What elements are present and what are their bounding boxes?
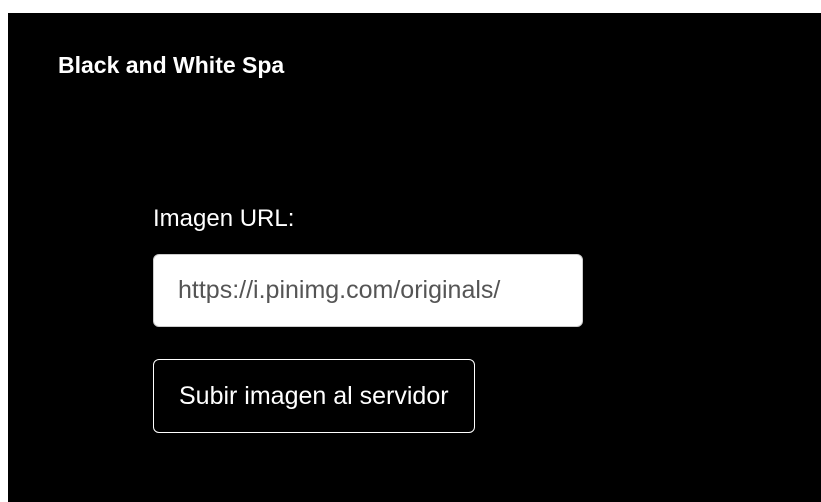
image-url-input[interactable] [153, 254, 583, 327]
upload-image-button[interactable]: Subir imagen al servidor [153, 359, 475, 433]
image-url-label: Imagen URL: [153, 205, 295, 232]
main-panel: Black and White Spa Imagen URL: Subir im… [8, 13, 821, 502]
app-title: Black and White Spa [58, 52, 285, 78]
